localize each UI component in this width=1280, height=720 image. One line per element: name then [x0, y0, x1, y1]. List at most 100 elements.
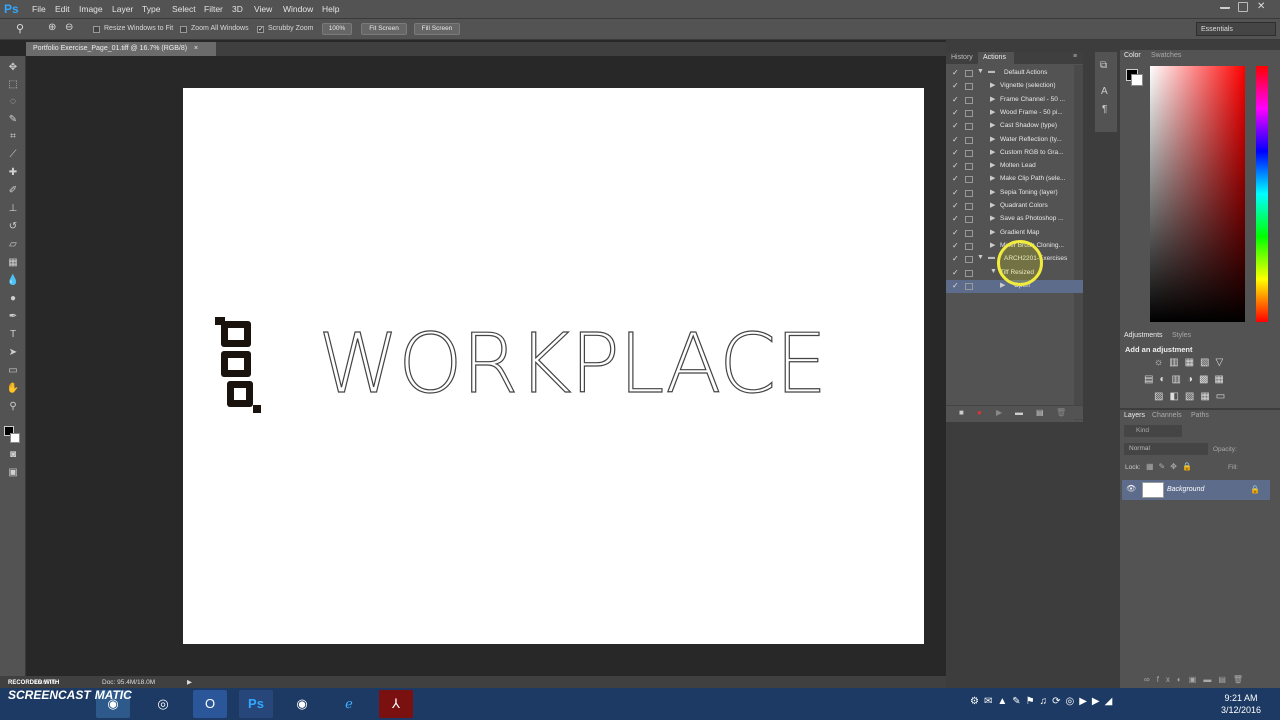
path-select-tool-icon[interactable]: ➤ — [5, 346, 21, 360]
color-background-swatch[interactable] — [1131, 74, 1143, 86]
acrobat-taskbar-icon[interactable]: ⅄ — [379, 690, 413, 718]
dialog-toggle-icon[interactable] — [965, 216, 973, 224]
action-row[interactable]: ✓ ▼ ▬ Default Actions — [946, 67, 1083, 80]
document-tab[interactable]: Portfolio Exercise_Page_01.tiff @ 16.7% … — [26, 42, 216, 56]
quick-select-tool-icon[interactable]: ✎ — [5, 113, 21, 127]
action-row[interactable]: ✓ ▶ Frame Channel - 50 ... — [946, 94, 1083, 107]
lasso-tool-icon[interactable]: ◌ — [5, 95, 21, 109]
internet-explorer-taskbar-icon[interactable]: ℯ — [332, 690, 366, 718]
dialog-toggle-icon[interactable] — [965, 109, 973, 117]
history-panel-icon[interactable]: ⧉ — [1100, 60, 1107, 71]
action-toggle-icon[interactable]: ✓ — [952, 81, 959, 90]
disclosure-triangle-icon[interactable]: ▶ — [990, 135, 995, 143]
zoom-all-checkbox[interactable] — [180, 26, 187, 33]
tab-color[interactable]: Color — [1124, 52, 1141, 59]
disclosure-triangle-icon[interactable]: ▶ — [990, 188, 995, 196]
action-toggle-icon[interactable]: ✓ — [952, 214, 959, 223]
restore-icon[interactable] — [1238, 2, 1248, 12]
dialog-toggle-icon[interactable] — [965, 256, 973, 264]
adjustment-icons-row-2[interactable]: ▤◐▥◑▩▦ — [1144, 374, 1230, 385]
disclosure-triangle-icon[interactable]: ▼ — [990, 268, 997, 275]
play-icon[interactable]: ▶ — [996, 408, 1002, 417]
dialog-toggle-icon[interactable] — [965, 83, 973, 91]
color-field[interactable] — [1150, 66, 1245, 322]
actual-pixels-button[interactable]: 100% — [322, 23, 352, 35]
blend-mode-select[interactable]: Normal — [1124, 443, 1208, 455]
dialog-toggle-icon[interactable] — [965, 123, 973, 131]
taskbar-clock[interactable]: 9:21 AM 3/12/2016 — [1210, 692, 1272, 716]
action-row[interactable]: ✓ ▶ Save as Photoshop ... — [946, 213, 1083, 226]
tab-history[interactable]: History — [951, 54, 973, 61]
stamp-tool-icon[interactable]: ⊥ — [5, 202, 21, 216]
background-color-swatch[interactable] — [10, 433, 20, 443]
dialog-toggle-icon[interactable] — [965, 242, 973, 250]
action-toggle-icon[interactable]: ✓ — [952, 68, 959, 77]
outlook-taskbar-icon[interactable]: O — [193, 690, 227, 718]
action-toggle-icon[interactable]: ✓ — [952, 228, 959, 237]
disclosure-triangle-icon[interactable]: ▶ — [990, 148, 995, 156]
disclosure-triangle-icon[interactable]: ▶ — [990, 81, 995, 89]
action-toggle-icon[interactable]: ✓ — [952, 121, 959, 130]
disclosure-triangle-icon[interactable]: ▶ — [990, 214, 995, 222]
zoom-tool-icon[interactable]: ⚲ — [16, 22, 24, 35]
type-tool-icon[interactable]: T — [5, 328, 21, 342]
close-tab-icon[interactable]: × — [194, 45, 198, 52]
zoom-in-icon[interactable]: ⊕ — [48, 22, 56, 33]
status-arrow-icon[interactable]: ▶ — [187, 678, 192, 686]
move-tool-icon[interactable]: ✥ — [5, 61, 21, 75]
eyedropper-tool-icon[interactable]: ⟋ — [5, 148, 21, 162]
action-row[interactable]: ✓ ▶ Gradient Map — [946, 227, 1083, 240]
hue-slider[interactable] — [1256, 66, 1268, 322]
dialog-toggle-icon[interactable] — [965, 163, 973, 171]
action-toggle-icon[interactable]: ✓ — [952, 254, 959, 263]
menu-layer[interactable]: Layer — [112, 4, 133, 14]
minimize-icon[interactable] — [1220, 2, 1230, 9]
paragraph-panel-icon[interactable]: ¶ — [1102, 104, 1107, 115]
action-row[interactable]: ✓ ▶ Water Reflection (ty... — [946, 134, 1083, 147]
gradient-tool-icon[interactable]: ▦ — [5, 256, 21, 270]
dialog-toggle-icon[interactable] — [965, 149, 973, 157]
menu-image[interactable]: Image — [79, 4, 103, 14]
shape-tool-icon[interactable]: ▭ — [5, 364, 21, 378]
fit-screen-button[interactable]: Fit Screen — [361, 23, 407, 35]
lock-icons[interactable]: ▦✎✥🔒 — [1146, 462, 1197, 471]
layer-name[interactable]: Background — [1167, 486, 1204, 493]
layer-kind-filter[interactable]: Kind — [1124, 425, 1182, 437]
menu-window[interactable]: Window — [283, 4, 313, 14]
action-row[interactable]: ✓ ▶ Wood Frame - 50 pi... — [946, 107, 1083, 120]
marquee-tool-icon[interactable]: ⬚ — [5, 78, 21, 92]
panel-menu-icon[interactable]: ≡ — [1073, 53, 1077, 60]
dialog-toggle-icon[interactable] — [965, 176, 973, 184]
menu-3d[interactable]: 3D — [232, 4, 243, 14]
screen-mode-icon[interactable]: ▣ — [5, 466, 21, 480]
system-tray-icons[interactable]: ⚙✉▲✎⚑♫⟳◎▶▶◢ — [970, 696, 1117, 707]
blur-tool-icon[interactable]: 💧 — [5, 274, 21, 288]
new-set-icon[interactable]: ▬ — [1015, 408, 1023, 417]
action-toggle-icon[interactable]: ✓ — [952, 268, 959, 277]
action-toggle-icon[interactable]: ✓ — [952, 201, 959, 210]
disclosure-triangle-icon[interactable]: ▶ — [990, 121, 995, 129]
disclosure-triangle-icon[interactable]: ▶ — [990, 241, 995, 249]
zoom-out-icon[interactable]: ⊖ — [65, 22, 73, 33]
quick-mask-icon[interactable]: ◙ — [5, 448, 21, 462]
layers-footer-icons[interactable]: ∞fx◐▣▬▤🗑 — [1144, 675, 1250, 684]
healing-tool-icon[interactable]: ✚ — [5, 166, 21, 180]
crop-tool-icon[interactable]: ⌗ — [5, 130, 21, 144]
menu-file[interactable]: File — [32, 4, 46, 14]
action-toggle-icon[interactable]: ✓ — [952, 148, 959, 157]
menu-help[interactable]: Help — [322, 4, 339, 14]
stop-icon[interactable]: ■ — [959, 408, 964, 417]
action-row[interactable]: ✓ ▶ Cast Shadow (type) — [946, 120, 1083, 133]
chrome-taskbar-icon[interactable]: ◎ — [146, 690, 180, 718]
dialog-toggle-icon[interactable] — [965, 282, 973, 290]
menu-type[interactable]: Type — [142, 4, 160, 14]
tab-actions[interactable]: Actions — [983, 54, 1006, 61]
action-row[interactable]: ✓ ▶ Quadrant Colors — [946, 200, 1083, 213]
hand-tool-icon[interactable]: ✋ — [5, 382, 21, 396]
action-row[interactable]: ✓ ▶ Sepia Toning (layer) — [946, 187, 1083, 200]
action-toggle-icon[interactable]: ✓ — [952, 174, 959, 183]
tab-paths[interactable]: Paths — [1191, 412, 1209, 419]
action-toggle-icon[interactable]: ✓ — [952, 188, 959, 197]
action-row[interactable]: ✓ ▶ Molten Lead — [946, 160, 1083, 173]
action-toggle-icon[interactable]: ✓ — [952, 161, 959, 170]
